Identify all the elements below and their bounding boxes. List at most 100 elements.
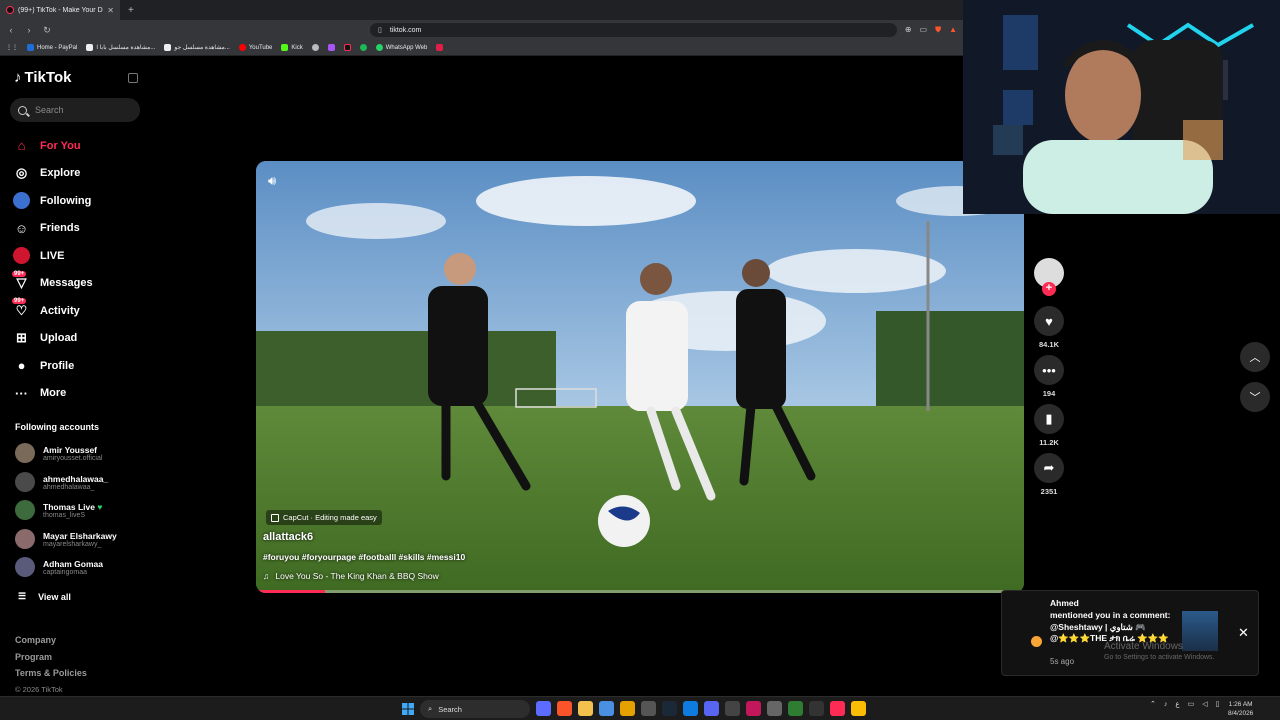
app-icon[interactable] [767, 701, 782, 716]
brave-icon[interactable] [557, 701, 572, 716]
video-hashtags[interactable]: #foruyou #foryourpage #footballl #skills… [263, 552, 465, 562]
nav-friends[interactable]: ☺ Friends [12, 215, 93, 243]
back-icon[interactable]: ‹ [6, 25, 16, 35]
bookmark-extra-4[interactable] [359, 44, 367, 51]
discord-icon[interactable] [704, 701, 719, 716]
nav-messages[interactable]: ▽ 99+ Messages [12, 270, 93, 298]
nav-for-you[interactable]: ⌂ For You [12, 132, 93, 160]
brave-rewards-icon[interactable]: ▲ [949, 25, 957, 35]
bookmark-extra-3[interactable] [343, 44, 351, 51]
app-icon[interactable] [788, 701, 803, 716]
volume-icon[interactable]: ◁ [1202, 700, 1207, 708]
app-icon[interactable] [809, 701, 824, 716]
github-icon[interactable] [641, 701, 656, 716]
edge-icon[interactable] [683, 701, 698, 716]
follow-plus-icon[interactable]: + [1042, 282, 1056, 296]
copilot-icon[interactable] [536, 701, 551, 716]
bookmark-paypal[interactable]: Home - PayPal [27, 44, 77, 51]
following-account[interactable]: Amir Youssef amiryousset.official [15, 443, 102, 463]
nav-upload[interactable]: ⊞ Upload [12, 325, 93, 353]
nav-activity[interactable]: ♡ 99+ Activity [12, 297, 93, 325]
file-explorer-icon[interactable] [578, 701, 593, 716]
chrome-icon[interactable] [851, 701, 866, 716]
tiktok-logo[interactable]: ♪ TikTok [14, 69, 71, 86]
video-progress-bar[interactable] [256, 590, 1024, 593]
nav-profile[interactable]: ● Profile [12, 352, 93, 380]
store-icon[interactable] [599, 701, 614, 716]
comment-action[interactable]: ••• 194 [1033, 355, 1065, 398]
bookmark-extra-5[interactable] [436, 44, 444, 51]
search-icon [18, 105, 27, 115]
tiktok-icon[interactable] [830, 701, 845, 716]
footer-program-link[interactable]: Program [15, 649, 87, 666]
new-tab-icon[interactable]: + [128, 5, 134, 16]
tray-chevron-icon[interactable]: ⌃ [1150, 700, 1156, 708]
avatar [15, 529, 35, 549]
apps-icon[interactable]: ⋮⋮ [6, 44, 18, 51]
bookmark-icon[interactable]: ▮ [1034, 404, 1064, 434]
capcut-label[interactable]: CapCut · Editing made easy [266, 510, 382, 525]
notification-toast[interactable]: Ahmed mentioned you in a comment: @Shesh… [1001, 590, 1259, 676]
bookmark-extra-2[interactable] [327, 44, 335, 51]
view-all-button[interactable]: ☰ View all [18, 591, 71, 602]
friends-icon: ☺ [14, 220, 29, 236]
list-icon: ☰ [18, 591, 27, 601]
cast-icon[interactable]: ▭ [920, 25, 928, 35]
bookmark-extra-1[interactable] [311, 44, 319, 51]
volume-icon[interactable]: 🔊︎ [268, 173, 276, 189]
taskbar-clock[interactable]: 1:26 AM 8/4/2026 [1228, 700, 1253, 718]
url-field[interactable]: ▯ tiktok.com [370, 23, 897, 37]
save-action[interactable]: ▮ 11.2K [1033, 404, 1065, 447]
next-video-button[interactable]: ﹀ [1240, 382, 1270, 412]
steam-icon[interactable] [662, 701, 677, 716]
app-icon[interactable] [620, 701, 635, 716]
comment-icon[interactable]: ••• [1034, 355, 1064, 385]
footer-company-link[interactable]: Company [15, 632, 87, 649]
like-action[interactable]: ♥ 84.1K [1033, 306, 1065, 349]
nav-explore[interactable]: ◎ Explore [12, 160, 93, 188]
taskbar-search[interactable]: ⌕ Search [420, 700, 530, 718]
bookmark-icon[interactable]: ▯ [378, 26, 382, 34]
app-icon[interactable] [746, 701, 761, 716]
messages-badge: 99+ [12, 270, 27, 277]
nav-following[interactable]: Following [12, 187, 93, 215]
zoom-icon[interactable]: ⊕ [905, 25, 912, 35]
network-icon[interactable]: ▭ [1188, 700, 1195, 708]
following-account[interactable]: Thomas Live ♥ thomas_liveS [15, 500, 102, 520]
close-tab-icon[interactable]: ✕ [107, 6, 114, 15]
nav-more[interactable]: ··· More [12, 380, 93, 408]
app-icon[interactable] [725, 701, 740, 716]
heart-icon[interactable]: ♥ [1034, 306, 1064, 336]
forward-icon[interactable]: › [24, 25, 34, 35]
following-account[interactable]: Adham Gomaa captaingomaa [15, 557, 103, 577]
share-icon[interactable]: ➦ [1034, 453, 1064, 483]
microphone-icon[interactable]: ♪ [1164, 701, 1168, 708]
video-author[interactable]: allattack6 [263, 531, 313, 543]
brave-shield-icon[interactable]: ⛊ [935, 25, 941, 35]
bookmark-kick[interactable]: Kick [281, 44, 303, 51]
footer-terms-link[interactable]: Terms & Policies [15, 665, 87, 682]
previous-video-button[interactable]: ︿ [1240, 342, 1270, 372]
language-icon[interactable]: ع [1175, 700, 1179, 708]
following-account[interactable]: ahmedhalawaa_ ahmedhalawaa_ [15, 472, 108, 492]
browser-tab[interactable]: (99+) TikTok - Make Your Day ✕ [0, 0, 120, 20]
video-frame-football [256, 161, 1024, 593]
kick-icon [281, 44, 289, 51]
video-player[interactable]: 🔊︎ CapCut · Editing made easy allattack6… [256, 161, 1024, 593]
following-account[interactable]: Mayar Elsharkawy mayarelsharkawy_ [15, 529, 117, 549]
battery-icon[interactable]: ▯ [1216, 700, 1220, 708]
video-music[interactable]: ♫ Love You So - The King Khan & BBQ Show [263, 571, 439, 581]
bookmark-series-2[interactable]: مشاهدة مسلسل جو... [164, 44, 230, 51]
windows-start-icon[interactable] [402, 703, 414, 715]
search-input[interactable]: Search [10, 98, 140, 122]
bookmark-whatsapp[interactable]: WhatsApp Web [375, 44, 427, 51]
bookmark-youtube[interactable]: YouTube [238, 44, 272, 51]
collapse-sidebar-icon[interactable] [128, 73, 138, 83]
bookmark-series-1[interactable]: مشاهدة مسلسل بابا ا... [86, 44, 155, 51]
share-action[interactable]: ➦ 2351 [1033, 453, 1065, 496]
url-text: tiktok.com [389, 26, 422, 34]
webcam-overlay [963, 0, 1280, 214]
nav-live[interactable]: LIVE [12, 242, 93, 270]
close-icon[interactable]: ✕ [1238, 625, 1249, 641]
reload-icon[interactable]: ↻ [42, 25, 52, 36]
